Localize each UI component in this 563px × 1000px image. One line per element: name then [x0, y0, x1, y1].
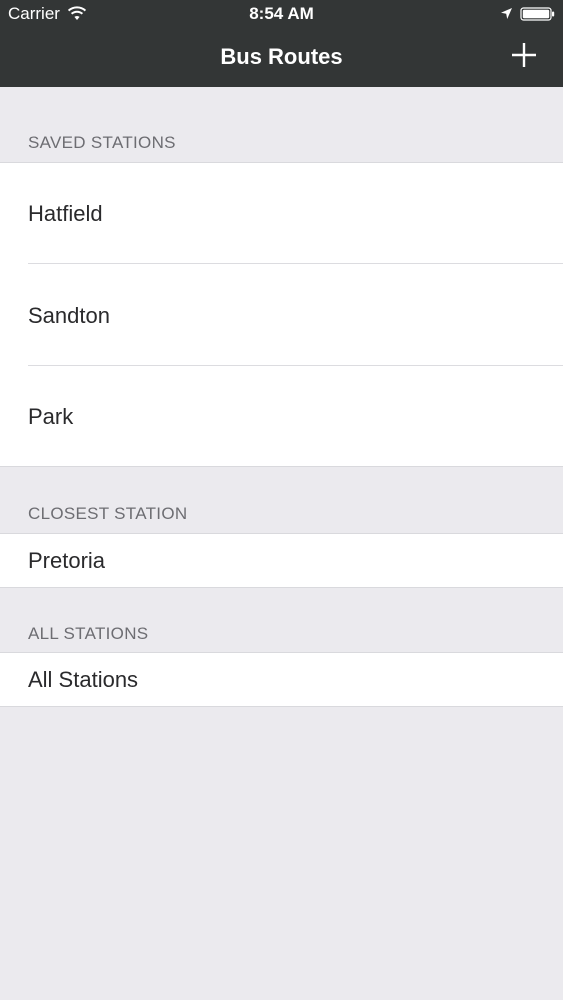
navigation-bar: Carrier 8:54 AM Bus Routes: [0, 0, 563, 87]
page-title: Bus Routes: [220, 44, 343, 69]
list-item[interactable]: Hatfield: [0, 163, 563, 264]
closest-station-list: Pretoria: [0, 533, 563, 588]
status-time: 8:54 AM: [249, 4, 314, 23]
station-name: Pretoria: [28, 548, 106, 573]
list-item[interactable]: Sandton: [0, 264, 563, 366]
section-header-saved-stations: SAVED STATIONS: [28, 133, 176, 152]
battery-icon: [520, 7, 555, 21]
status-bar: Carrier 8:54 AM: [0, 0, 563, 28]
list-item[interactable]: Park: [0, 366, 563, 466]
station-name: Park: [28, 404, 74, 429]
all-stations-list: All Stations: [0, 652, 563, 707]
saved-stations-list: Hatfield Sandton Park: [0, 162, 563, 467]
list-item[interactable]: Pretoria: [0, 534, 563, 587]
plus-icon[interactable]: [508, 39, 540, 71]
section-header-all-stations: ALL STATIONS: [28, 624, 149, 643]
section-header-closest-station: CLOSEST STATION: [28, 504, 188, 523]
station-name: Hatfield: [28, 201, 103, 226]
list-item[interactable]: All Stations: [0, 653, 563, 706]
location-arrow-icon: [501, 8, 512, 19]
station-name: Sandton: [28, 303, 110, 328]
all-stations-label: All Stations: [28, 667, 139, 692]
